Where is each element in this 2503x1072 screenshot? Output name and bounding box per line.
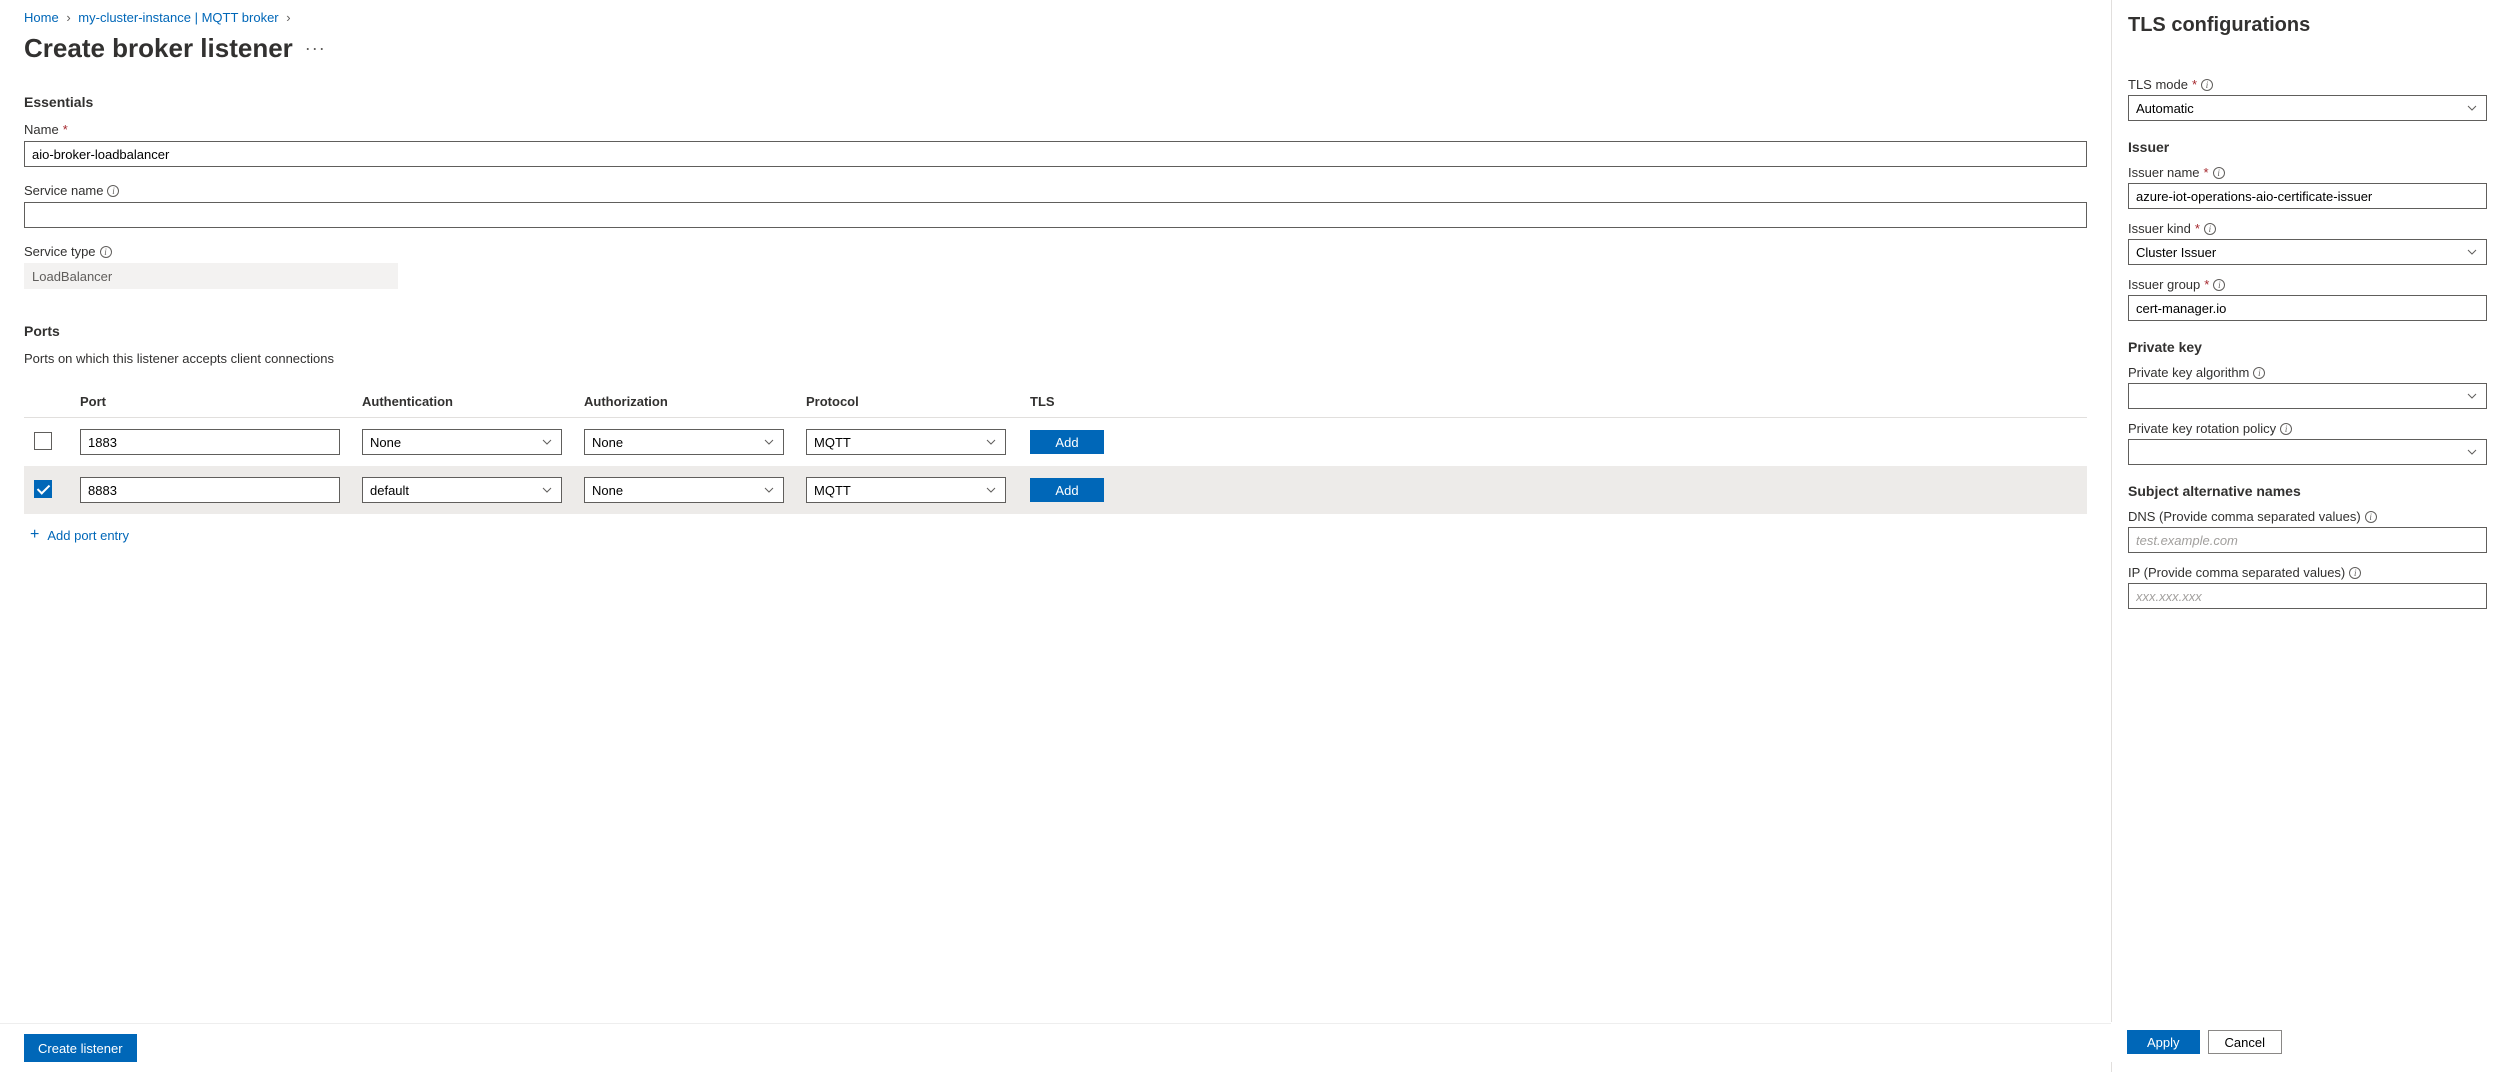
pk-algorithm-select[interactable] (2128, 383, 2487, 409)
issuer-kind-select[interactable]: Cluster Issuer (2128, 239, 2487, 265)
info-icon[interactable] (100, 246, 112, 258)
port-input[interactable] (80, 477, 340, 503)
info-icon[interactable] (2280, 423, 2292, 435)
issuer-name-label: Issuer name (2128, 165, 2200, 180)
service-type-label: Service type (24, 244, 96, 259)
page-title: Create broker listener (24, 33, 293, 64)
ports-table-header: Port Authentication Authorization Protoc… (24, 386, 2087, 418)
row-checkbox[interactable] (34, 480, 52, 498)
authentication-select[interactable]: None (362, 429, 562, 455)
required-indicator: * (2192, 77, 2197, 92)
more-options-icon[interactable]: ··· (305, 38, 326, 59)
required-indicator: * (2195, 221, 2200, 236)
tls-add-button[interactable]: Add (1030, 430, 1104, 454)
tls-panel: TLS configurations TLS mode * Automatic … (2111, 0, 2503, 1072)
info-icon[interactable] (2365, 511, 2377, 523)
main-content: Home › my-cluster-instance | MQTT broker… (0, 0, 2111, 1072)
info-icon[interactable] (107, 185, 119, 197)
breadcrumb-instance[interactable]: my-cluster-instance | MQTT broker (78, 10, 278, 25)
tls-mode-select[interactable]: Automatic (2128, 95, 2487, 121)
issuer-kind-label: Issuer kind (2128, 221, 2191, 236)
tls-mode-label: TLS mode (2128, 77, 2188, 92)
tls-add-button[interactable]: Add (1030, 478, 1104, 502)
create-listener-button[interactable]: Create listener (24, 1034, 137, 1062)
dns-label: DNS (Provide comma separated values) (2128, 509, 2361, 524)
info-icon[interactable] (2201, 79, 2213, 91)
name-input[interactable] (24, 141, 2087, 167)
panel-title: TLS configurations (2128, 14, 2487, 37)
required-indicator: * (2204, 277, 2209, 292)
service-name-input[interactable] (24, 202, 2087, 228)
dns-input[interactable] (2128, 527, 2487, 553)
info-icon[interactable] (2349, 567, 2361, 579)
ports-heading: Ports (24, 323, 2087, 339)
col-authz-header: Authorization (584, 394, 806, 409)
chevron-right-icon: › (286, 10, 290, 25)
ports-description: Ports on which this listener accepts cli… (24, 351, 2087, 366)
port-input[interactable] (80, 429, 340, 455)
required-indicator: * (63, 122, 68, 137)
ip-input[interactable] (2128, 583, 2487, 609)
issuer-group-input[interactable] (2128, 295, 2487, 321)
protocol-select[interactable]: MQTT (806, 429, 1006, 455)
breadcrumb-home[interactable]: Home (24, 10, 59, 25)
add-port-label: Add port entry (47, 528, 129, 543)
breadcrumb: Home › my-cluster-instance | MQTT broker… (24, 10, 2087, 25)
issuer-group-label: Issuer group (2128, 277, 2200, 292)
main-footer: Create listener (0, 1023, 2111, 1072)
col-port-header: Port (80, 394, 362, 409)
chevron-right-icon: › (66, 10, 70, 25)
add-port-entry-button[interactable]: + Add port entry (24, 514, 2087, 556)
protocol-select[interactable]: MQTT (806, 477, 1006, 503)
pk-algorithm-label: Private key algorithm (2128, 365, 2249, 380)
info-icon[interactable] (2253, 367, 2265, 379)
cancel-button[interactable]: Cancel (2208, 1030, 2282, 1054)
panel-footer: Apply Cancel (2111, 1022, 2503, 1062)
san-heading: Subject alternative names (2128, 483, 2487, 499)
ip-label: IP (Provide comma separated values) (2128, 565, 2345, 580)
issuer-name-input[interactable] (2128, 183, 2487, 209)
col-auth-header: Authentication (362, 394, 584, 409)
table-row: default None MQTT Add (24, 466, 2087, 514)
authorization-select[interactable]: None (584, 429, 784, 455)
issuer-heading: Issuer (2128, 139, 2487, 155)
plus-icon: + (30, 526, 39, 544)
table-row: None None MQTT Add (24, 418, 2087, 466)
pk-rotation-label: Private key rotation policy (2128, 421, 2276, 436)
info-icon[interactable] (2213, 167, 2225, 179)
service-type-value: LoadBalancer (24, 263, 398, 289)
ports-table: Port Authentication Authorization Protoc… (24, 386, 2087, 514)
authorization-select[interactable]: None (584, 477, 784, 503)
essentials-heading: Essentials (24, 94, 2087, 110)
required-indicator: * (2204, 165, 2209, 180)
col-tls-header: TLS (1030, 394, 1110, 409)
apply-button[interactable]: Apply (2127, 1030, 2200, 1054)
pk-rotation-select[interactable] (2128, 439, 2487, 465)
name-label: Name (24, 122, 59, 137)
col-proto-header: Protocol (806, 394, 1030, 409)
info-icon[interactable] (2204, 223, 2216, 235)
authentication-select[interactable]: default (362, 477, 562, 503)
row-checkbox[interactable] (34, 432, 52, 450)
private-key-heading: Private key (2128, 339, 2487, 355)
service-name-label: Service name (24, 183, 103, 198)
info-icon[interactable] (2213, 279, 2225, 291)
